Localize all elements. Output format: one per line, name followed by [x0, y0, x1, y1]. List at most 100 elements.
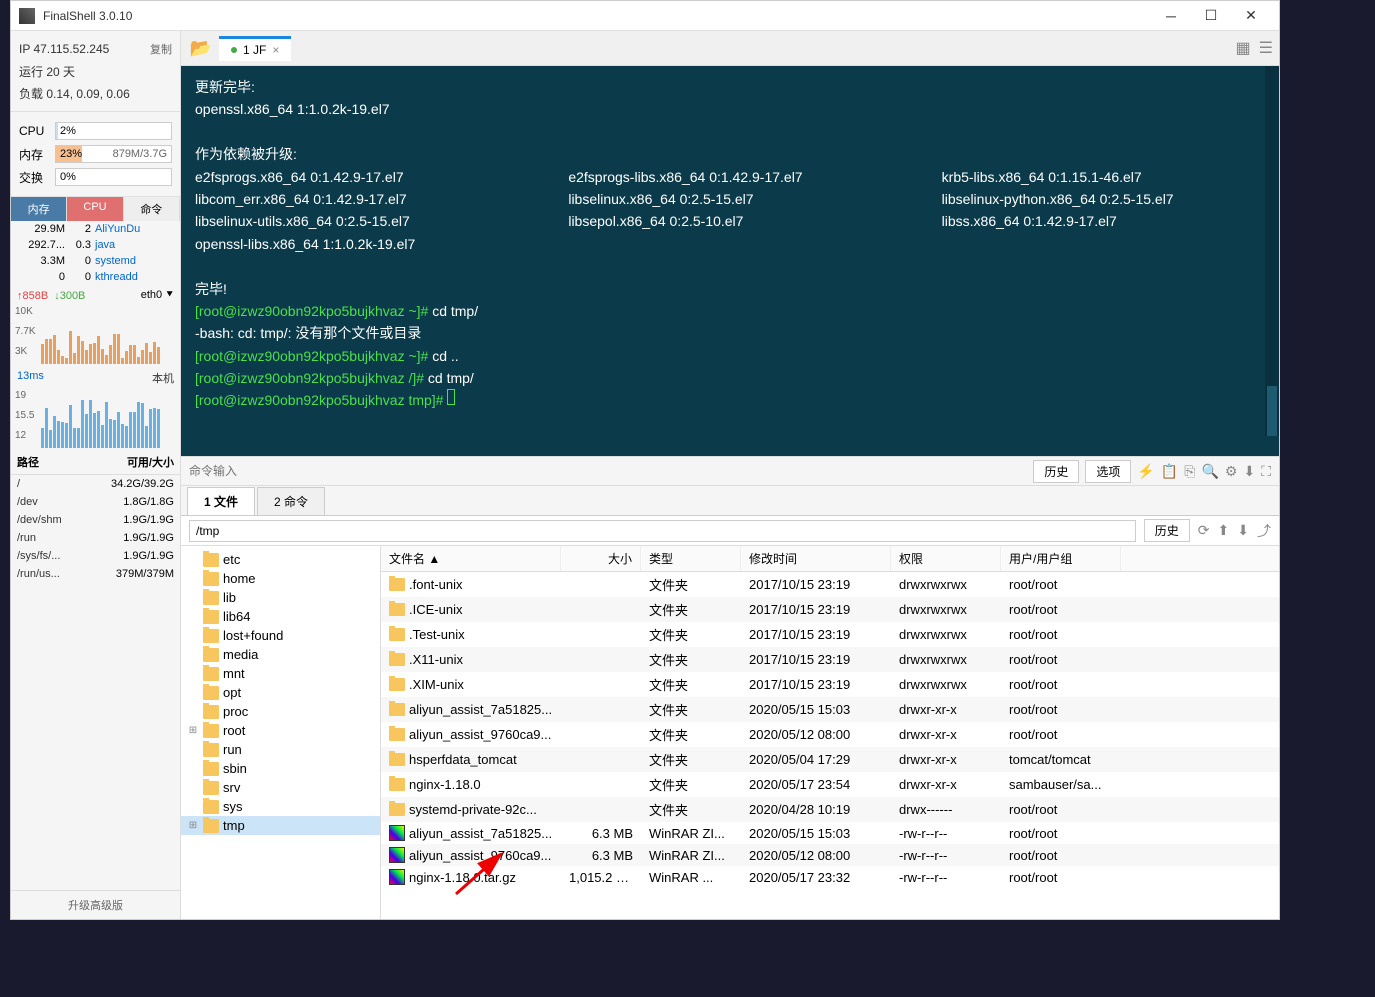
close-tab-icon[interactable]: × — [272, 43, 279, 57]
network-row: ↑858B ↓300B eth0 ⯆ — [11, 285, 180, 306]
file-row[interactable]: .Test-unix文件夹2017/10/15 23:19drwxrwxrwxr… — [381, 622, 1279, 647]
file-row[interactable]: nginx-1.18.0文件夹2020/05/17 23:54drwxr-xr-… — [381, 772, 1279, 797]
proc-cpu-hdr[interactable]: CPU — [67, 197, 123, 221]
tree-node[interactable]: etc — [181, 550, 380, 569]
file-row[interactable]: aliyun_assist_7a51825...文件夹2020/05/15 15… — [381, 697, 1279, 722]
grid-view-icon[interactable]: ▦ — [1236, 38, 1251, 58]
path-input[interactable] — [189, 520, 1136, 542]
ping-host[interactable]: 本机 — [152, 370, 174, 386]
tree-node[interactable]: ⊞tmp — [181, 816, 380, 835]
proc-cmd-hdr[interactable]: 命令 — [124, 197, 180, 221]
clipboard-icon[interactable]: 📋 — [1161, 463, 1178, 480]
file-row[interactable]: hsperfdata_tomcat文件夹2020/05/04 17:29drwx… — [381, 747, 1279, 772]
tree-node[interactable]: sys — [181, 797, 380, 816]
tree-node[interactable]: lib — [181, 588, 380, 607]
file-row[interactable]: .ICE-unix文件夹2017/10/15 23:19drwxrwxrwxro… — [381, 597, 1279, 622]
close-button[interactable]: ✕ — [1231, 2, 1271, 30]
col-size[interactable]: 大小 — [561, 546, 641, 571]
tab-bar: 📂 1 JF× ▦ ☰ — [181, 31, 1279, 66]
process-row[interactable]: 3.3M0systemd — [11, 253, 180, 269]
terminal[interactable]: 更新完毕: openssl.x86_64 1:1.0.2k-19.el7 作为依… — [181, 66, 1279, 456]
tree-node[interactable]: sbin — [181, 759, 380, 778]
upload-icon[interactable]: ⬆ — [1218, 522, 1230, 539]
disk-row[interactable]: /34.2G/39.2G — [11, 475, 180, 493]
cpu-bar: 2% — [55, 122, 172, 140]
status-dot-icon — [231, 47, 237, 53]
folder-icon — [203, 705, 219, 719]
file-row[interactable]: systemd-private-92c...文件夹2020/04/28 10:1… — [381, 797, 1279, 822]
folder-icon — [203, 686, 219, 700]
command-input[interactable] — [189, 464, 1027, 478]
col-perm[interactable]: 权限 — [891, 546, 1001, 571]
col-mtime[interactable]: 修改时间 — [741, 546, 891, 571]
folder-icon — [389, 628, 405, 641]
upload-file-icon[interactable]: ⤴ — [1257, 521, 1271, 541]
folder-icon — [203, 629, 219, 643]
tab-files[interactable]: 1 文件 — [187, 487, 255, 515]
tree-node[interactable]: mnt — [181, 664, 380, 683]
menu-icon[interactable]: ☰ — [1259, 38, 1273, 58]
tree-node[interactable]: srv — [181, 778, 380, 797]
file-list[interactable]: 文件名 ▲ 大小 类型 修改时间 权限 用户/用户组 .font-unix文件夹… — [381, 546, 1279, 919]
file-row[interactable]: .font-unix文件夹2017/10/15 23:19drwxrwxrwxr… — [381, 572, 1279, 597]
net-interface[interactable]: eth0 ⯆ — [141, 289, 174, 302]
app-title: FinalShell 3.0.10 — [43, 9, 1151, 23]
tree-node[interactable]: proc — [181, 702, 380, 721]
archive-icon — [389, 825, 405, 841]
col-user[interactable]: 用户/用户组 — [1001, 546, 1121, 571]
open-folder-icon[interactable]: 📂 — [187, 36, 215, 60]
process-row[interactable]: 29.9M2AliYunDu — [11, 221, 180, 237]
net-chart: 10K 7.7K 3K — [11, 306, 180, 366]
search-icon[interactable]: 🔍 — [1201, 463, 1218, 480]
upgrade-link[interactable]: 升级高级版 — [11, 890, 180, 919]
folder-icon — [389, 578, 405, 591]
tree-node[interactable]: lost+found — [181, 626, 380, 645]
copy-icon[interactable]: ⎘ — [1184, 463, 1195, 480]
process-row[interactable]: 00kthreadd — [11, 269, 180, 285]
col-name[interactable]: 文件名 ▲ — [381, 546, 561, 571]
process-row[interactable]: 292.7...0.3java — [11, 237, 180, 253]
minimize-button[interactable]: ─ — [1151, 2, 1191, 30]
tree-node[interactable]: ⊞root — [181, 721, 380, 740]
options-button[interactable]: 选项 — [1085, 460, 1131, 483]
tree-node[interactable]: lib64 — [181, 607, 380, 626]
disk-row[interactable]: /run/us...379M/379M — [11, 565, 180, 583]
folder-icon — [389, 653, 405, 666]
file-row[interactable]: .X11-unix文件夹2017/10/15 23:19drwxrwxrwxro… — [381, 647, 1279, 672]
tree-node[interactable]: opt — [181, 683, 380, 702]
gear-icon[interactable]: ⚙ — [1225, 463, 1238, 480]
file-row[interactable]: .XIM-unix文件夹2017/10/15 23:19drwxrwxrwxro… — [381, 672, 1279, 697]
terminal-scrollbar[interactable] — [1265, 66, 1279, 436]
directory-tree[interactable]: etchomeliblib64lost+foundmediamntoptproc… — [181, 546, 381, 919]
tree-node[interactable]: run — [181, 740, 380, 759]
copy-button[interactable]: 复制 — [150, 41, 172, 57]
tab-commands[interactable]: 2 命令 — [257, 487, 325, 515]
tree-node[interactable]: media — [181, 645, 380, 664]
path-history-button[interactable]: 历史 — [1144, 519, 1190, 542]
disk-row[interactable]: /run1.9G/1.9G — [11, 529, 180, 547]
file-row[interactable]: aliyun_assist_9760ca9...文件夹2020/05/12 08… — [381, 722, 1279, 747]
maximize-button[interactable]: ☐ — [1191, 2, 1231, 30]
history-button[interactable]: 历史 — [1033, 460, 1079, 483]
disk-row[interactable]: /dev1.8G/1.8G — [11, 493, 180, 511]
fullscreen-icon[interactable]: ⛶ — [1261, 463, 1271, 480]
proc-mem-hdr[interactable]: 内存 — [11, 197, 67, 221]
disk-row[interactable]: /dev/shm1.9G/1.9G — [11, 511, 180, 529]
folder-icon — [203, 743, 219, 757]
load-label: 负载 0.14, 0.09, 0.06 — [19, 85, 130, 102]
download-file-icon[interactable]: ⬇ — [1237, 522, 1249, 539]
session-tab[interactable]: 1 JF× — [219, 36, 291, 61]
content-area: 📂 1 JF× ▦ ☰ 更新完毕: openssl.x86_64 1:1.0.2… — [181, 31, 1279, 919]
refresh-icon[interactable]: ⟳ — [1198, 522, 1210, 539]
file-row[interactable]: nginx-1.18.0.tar.gz1,015.2 KBWinRAR ...2… — [381, 866, 1279, 888]
file-row[interactable]: aliyun_assist_7a51825...6.3 MBWinRAR ZI.… — [381, 822, 1279, 844]
bolt-icon[interactable]: ⚡ — [1137, 463, 1154, 480]
tree-node[interactable]: home — [181, 569, 380, 588]
folder-icon — [203, 819, 219, 833]
disk-row[interactable]: /sys/fs/...1.9G/1.9G — [11, 547, 180, 565]
disk-size-hdr: 可用/大小 — [87, 454, 174, 470]
col-type[interactable]: 类型 — [641, 546, 741, 571]
mem-bar: 23%879M/3.7G — [55, 145, 172, 163]
download-icon[interactable]: ⬇ — [1243, 463, 1255, 480]
file-row[interactable]: aliyun_assist_9760ca9...6.3 MBWinRAR ZI.… — [381, 844, 1279, 866]
